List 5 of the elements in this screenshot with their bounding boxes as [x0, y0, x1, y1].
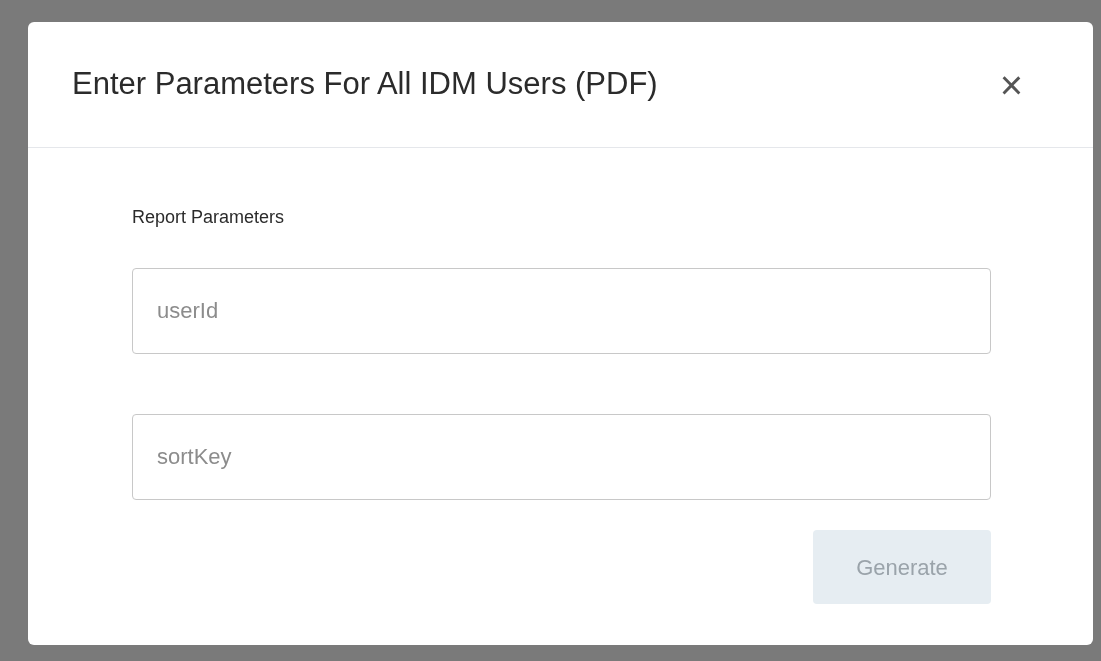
- section-label: Report Parameters: [132, 206, 286, 229]
- input-field[interactable]: userId: [132, 268, 991, 354]
- close-button[interactable]: ×: [999, 64, 1023, 105]
- input-field[interactable]: sortKey: [132, 414, 991, 500]
- dialog-title: Enter Parameters For All IDM Users (PDF): [72, 65, 658, 104]
